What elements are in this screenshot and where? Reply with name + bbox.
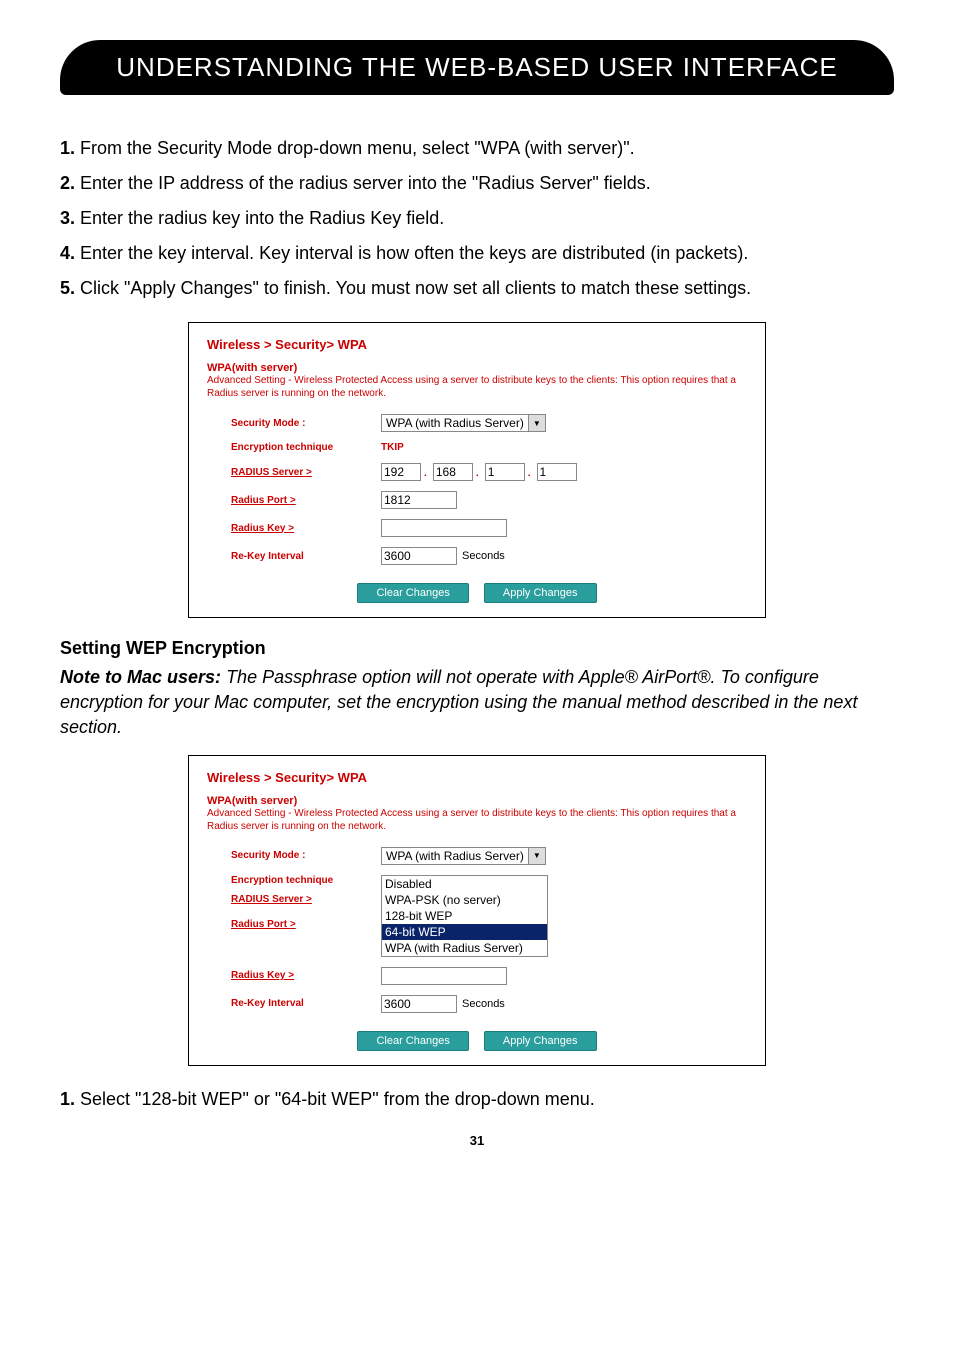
dropdown-option[interactable]: WPA-PSK (no server) [382, 892, 547, 908]
radius-key-input[interactable] [381, 519, 507, 537]
radius-ip-4[interactable] [537, 463, 577, 481]
security-mode-value: WPA (with Radius Server) [382, 848, 528, 864]
dropdown-option[interactable]: WPA (with Radius Server) [382, 940, 547, 956]
instruction-item: 4. Enter the key interval. Key interval … [60, 240, 894, 267]
step-number: 3. [60, 208, 75, 228]
security-mode-select[interactable]: WPA (with Radius Server) ▼ [381, 847, 546, 865]
dropdown-option[interactable]: Disabled [382, 876, 547, 892]
top-instruction-list: 1. From the Security Mode drop-down menu… [60, 135, 894, 302]
radius-server-label[interactable]: RADIUS Server > [231, 467, 381, 478]
wep-section-title: Setting WEP Encryption [60, 638, 894, 659]
ip-separator: . [528, 468, 531, 479]
step-text: From the Security Mode drop-down menu, s… [80, 138, 635, 158]
instruction-item: 2. Enter the IP address of the radius se… [60, 170, 894, 197]
security-mode-label: Security Mode : [231, 850, 381, 861]
radius-port-input[interactable] [381, 491, 457, 509]
instruction-item: 1. From the Security Mode drop-down menu… [60, 135, 894, 162]
step-number: 2. [60, 173, 75, 193]
instruction-item: 1. Select "128-bit WEP" or "64-bit WEP" … [60, 1086, 894, 1113]
rekey-label: Re-Key Interval [231, 551, 381, 562]
dropdown-option-selected[interactable]: 64-bit WEP [382, 924, 547, 940]
wpa-config-screenshot-2: Wireless > Security> WPA WPA(with server… [188, 755, 766, 1066]
wpa-config-screenshot-1: Wireless > Security> WPA WPA(with server… [188, 322, 766, 618]
clear-changes-button[interactable]: Clear Changes [357, 1031, 468, 1051]
radius-key-label[interactable]: Radius Key > [231, 970, 381, 981]
step-text: Click "Apply Changes" to finish. You mus… [80, 278, 751, 298]
step-number: 1. [60, 138, 75, 158]
clear-changes-button[interactable]: Clear Changes [357, 583, 468, 603]
ip-separator: . [424, 468, 427, 479]
radius-key-label[interactable]: Radius Key > [231, 523, 381, 534]
radius-server-label[interactable]: RADIUS Server > [231, 894, 381, 905]
step-number: 5. [60, 278, 75, 298]
radius-ip-1[interactable] [381, 463, 421, 481]
dropdown-arrow-icon: ▼ [528, 848, 545, 864]
security-mode-label: Security Mode : [231, 418, 381, 429]
bottom-instruction-list: 1. Select "128-bit WEP" or "64-bit WEP" … [60, 1086, 894, 1113]
page-header: UNDERSTANDING THE WEB-BASED USER INTERFA… [60, 40, 894, 95]
apply-changes-button[interactable]: Apply Changes [484, 583, 597, 603]
apply-changes-button[interactable]: Apply Changes [484, 1031, 597, 1051]
panel-description: Advanced Setting - Wireless Protected Ac… [207, 374, 747, 400]
seconds-label: Seconds [462, 998, 505, 1010]
breadcrumb: Wireless > Security> WPA [207, 337, 747, 352]
encryption-label: Encryption technique [231, 442, 381, 453]
note-lead: Note to Mac users: [60, 667, 221, 687]
step-number: 1. [60, 1089, 75, 1109]
step-text: Enter the radius key into the Radius Key… [80, 208, 444, 228]
radius-key-input[interactable] [381, 967, 507, 985]
radius-port-label[interactable]: Radius Port > [231, 495, 381, 506]
radius-ip-3[interactable] [485, 463, 525, 481]
rekey-input[interactable] [381, 995, 457, 1013]
panel-subhead: WPA(with server) [207, 362, 747, 374]
dropdown-arrow-icon: ▼ [528, 415, 545, 431]
security-mode-select[interactable]: WPA (with Radius Server) ▼ [381, 414, 546, 432]
encryption-value: TKIP [381, 442, 404, 453]
step-text: Select "128-bit WEP" or "64-bit WEP" fro… [80, 1089, 595, 1109]
encryption-label: Encryption technique [231, 875, 381, 886]
breadcrumb: Wireless > Security> WPA [207, 770, 747, 785]
mac-users-note: Note to Mac users: The Passphrase option… [60, 665, 894, 741]
radius-port-label[interactable]: Radius Port > [231, 919, 381, 930]
security-mode-value: WPA (with Radius Server) [382, 415, 528, 431]
seconds-label: Seconds [462, 550, 505, 562]
radius-ip-2[interactable] [433, 463, 473, 481]
instruction-item: 5. Click "Apply Changes" to finish. You … [60, 275, 894, 302]
page-number: 31 [60, 1133, 894, 1148]
security-mode-dropdown-open[interactable]: Disabled WPA-PSK (no server) 128-bit WEP… [381, 875, 548, 957]
step-text: Enter the IP address of the radius serve… [80, 173, 651, 193]
ip-separator: . [476, 468, 479, 479]
rekey-label: Re-Key Interval [231, 998, 381, 1009]
panel-subhead: WPA(with server) [207, 795, 747, 807]
step-number: 4. [60, 243, 75, 263]
instruction-item: 3. Enter the radius key into the Radius … [60, 205, 894, 232]
dropdown-option[interactable]: 128-bit WEP [382, 908, 547, 924]
rekey-input[interactable] [381, 547, 457, 565]
panel-description: Advanced Setting - Wireless Protected Ac… [207, 807, 747, 833]
page-title: UNDERSTANDING THE WEB-BASED USER INTERFA… [60, 52, 894, 83]
step-text: Enter the key interval. Key interval is … [80, 243, 748, 263]
